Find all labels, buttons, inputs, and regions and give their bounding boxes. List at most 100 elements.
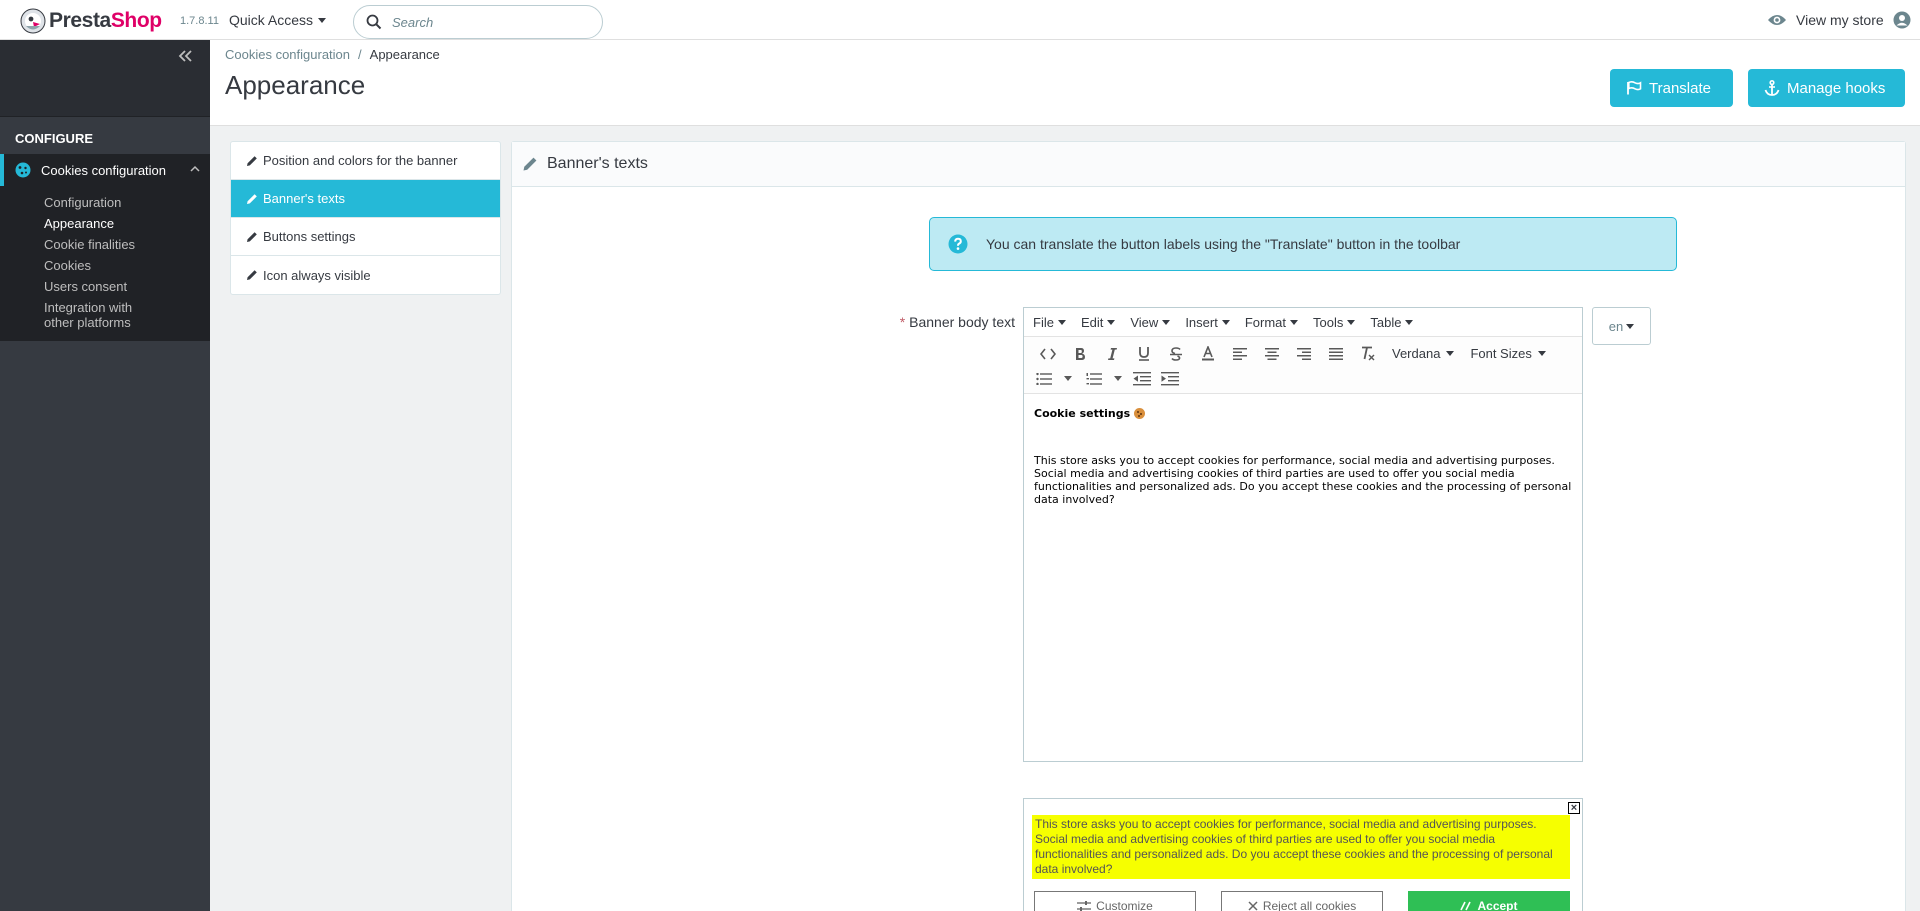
cookie-emoji-icon — [1134, 408, 1146, 419]
breadcrumb-parent-link[interactable]: Cookies configuration — [225, 47, 350, 62]
anchor-icon — [1764, 80, 1780, 96]
info-alert: You can translate the button labels usin… — [929, 217, 1677, 271]
flag-icon — [1627, 81, 1642, 95]
caret-down-icon[interactable] — [1064, 376, 1072, 381]
italic-button[interactable] — [1096, 342, 1128, 366]
panel-header: Banner's texts — [512, 142, 1905, 187]
sidebar-top — [0, 40, 210, 117]
sidebar-subitem-configuration[interactable]: Configuration — [0, 192, 210, 213]
bold-icon — [1076, 347, 1085, 360]
language-dropdown[interactable]: en — [1592, 307, 1651, 345]
editor-menu-format[interactable]: Format — [1245, 315, 1298, 330]
strikethrough-button[interactable] — [1160, 342, 1192, 366]
eye-icon — [1768, 15, 1786, 25]
tab-label: Banner's texts — [263, 191, 345, 206]
preview-accept-button[interactable]: Accept — [1408, 891, 1570, 911]
caret-down-icon — [318, 17, 327, 23]
editor-body-paragraph: This store asks you to accept cookies fo… — [1034, 454, 1572, 506]
caret-down-icon — [1107, 319, 1116, 325]
editor-menu-insert[interactable]: Insert — [1185, 315, 1230, 330]
preview-close-icon[interactable]: × — [1568, 802, 1580, 814]
tab-icon-always-visible[interactable]: Icon always visible — [231, 256, 500, 294]
caret-down-icon — [1405, 319, 1414, 325]
align-justify-icon — [1329, 347, 1343, 360]
sidebar-subitem-cookie-finalities[interactable]: Cookie finalities — [0, 234, 210, 255]
bullet-list-button[interactable] — [1036, 372, 1072, 385]
translate-button[interactable]: Translate — [1610, 69, 1733, 107]
breadcrumb-separator: / — [358, 47, 362, 62]
underline-icon — [1139, 347, 1149, 361]
editor-menu-file[interactable]: File — [1033, 315, 1066, 330]
menu-label: File — [1033, 314, 1054, 330]
align-center-button[interactable] — [1256, 342, 1288, 366]
editor-content[interactable]: Cookie settings This store asks you to a… — [1024, 394, 1582, 519]
banner-body-text-label-text: Banner body text — [909, 314, 1015, 330]
sidebar-subitem-appearance[interactable]: Appearance — [0, 213, 210, 234]
align-left-button[interactable] — [1224, 342, 1256, 366]
info-alert-text: You can translate the button labels usin… — [986, 236, 1461, 252]
text-color-button[interactable] — [1192, 342, 1224, 366]
version-label: 1.7.8.11 — [180, 15, 219, 27]
increase-indent-button[interactable] — [1156, 367, 1184, 391]
font-sizes-value: Font Sizes — [1470, 346, 1532, 361]
sidebar-subitem-cookies[interactable]: Cookies — [0, 255, 210, 276]
tab-position-colors[interactable]: Position and colors for the banner — [231, 142, 500, 180]
decrease-indent-button[interactable] — [1128, 367, 1156, 391]
caret-down-icon — [1537, 351, 1546, 356]
sidebar: CONFIGURE Cookies configuration Configur… — [0, 40, 210, 911]
indent-icon — [1161, 371, 1179, 385]
search-box[interactable] — [353, 5, 603, 39]
pencil-icon — [523, 157, 537, 171]
numbered-list-button[interactable] — [1086, 372, 1122, 385]
caret-down-icon[interactable] — [1114, 376, 1122, 381]
view-my-store-label: View my store — [1796, 12, 1884, 28]
tab-banners-texts[interactable]: Banner's texts — [231, 180, 500, 218]
font-sizes-select[interactable]: Font Sizes — [1470, 346, 1546, 361]
quick-access-dropdown[interactable]: Quick Access — [229, 12, 327, 28]
pencil-icon — [247, 270, 257, 280]
align-left-icon — [1233, 347, 1247, 360]
underline-button[interactable] — [1128, 342, 1160, 366]
settings-tabs: Position and colors for the banner Banne… — [230, 141, 501, 295]
banner-preview: × This store asks you to accept cookies … — [1023, 798, 1583, 911]
align-justify-button[interactable] — [1320, 342, 1352, 366]
logo-text-presta: Presta — [49, 9, 111, 32]
editor-menu-view[interactable]: View — [1130, 315, 1171, 330]
font-family-value: Verdana — [1392, 346, 1441, 361]
prestashop-logo[interactable]: PrestaShop — [20, 8, 162, 34]
sidebar-subitem-users-consent[interactable]: Users consent — [0, 276, 210, 297]
search-input[interactable] — [392, 14, 582, 30]
editor-menu-table[interactable]: Table — [1370, 315, 1414, 330]
clear-formatting-button[interactable] — [1352, 342, 1384, 366]
preview-customize-button[interactable]: Customize — [1034, 891, 1196, 911]
editor-heading-text: Cookie settings — [1034, 407, 1131, 420]
outdent-icon — [1133, 371, 1151, 385]
caret-down-icon — [1290, 319, 1298, 325]
align-right-button[interactable] — [1288, 342, 1320, 366]
sidebar-subitem-integration[interactable]: Integration with other platforms — [0, 297, 160, 333]
align-right-icon — [1297, 347, 1311, 360]
caret-down-icon — [1057, 319, 1066, 325]
editor-menu-edit[interactable]: Edit — [1081, 315, 1116, 330]
view-my-store-link[interactable]: View my store — [1767, 11, 1911, 29]
caret-down-icon — [1446, 351, 1455, 356]
puffin-logo-icon — [20, 8, 46, 34]
manage-hooks-button-label: Manage hooks — [1787, 79, 1886, 97]
banner-body-text-label: * Banner body text — [868, 314, 1015, 330]
bold-button[interactable] — [1064, 342, 1096, 366]
source-code-button[interactable] — [1032, 342, 1064, 366]
user-avatar-icon[interactable] — [1893, 11, 1911, 29]
manage-hooks-button[interactable]: Manage hooks — [1748, 69, 1905, 107]
search-icon — [366, 14, 382, 30]
tab-buttons-settings[interactable]: Buttons settings — [231, 218, 500, 256]
font-family-select[interactable]: Verdana — [1392, 346, 1455, 361]
preview-reject-button[interactable]: Reject all cookies — [1221, 891, 1383, 911]
sidebar-section-title: CONFIGURE — [0, 124, 210, 154]
pencil-icon — [247, 193, 257, 204]
rich-text-editor: File Edit View Insert Format Tools Table — [1023, 307, 1583, 762]
collapse-sidebar-icon[interactable] — [178, 50, 192, 62]
page-title: Appearance — [225, 70, 366, 100]
breadcrumb: Cookies configuration / Appearance — [225, 47, 440, 62]
sidebar-item-cookies-configuration[interactable]: Cookies configuration — [0, 154, 210, 186]
editor-menu-tools[interactable]: Tools — [1313, 315, 1356, 330]
